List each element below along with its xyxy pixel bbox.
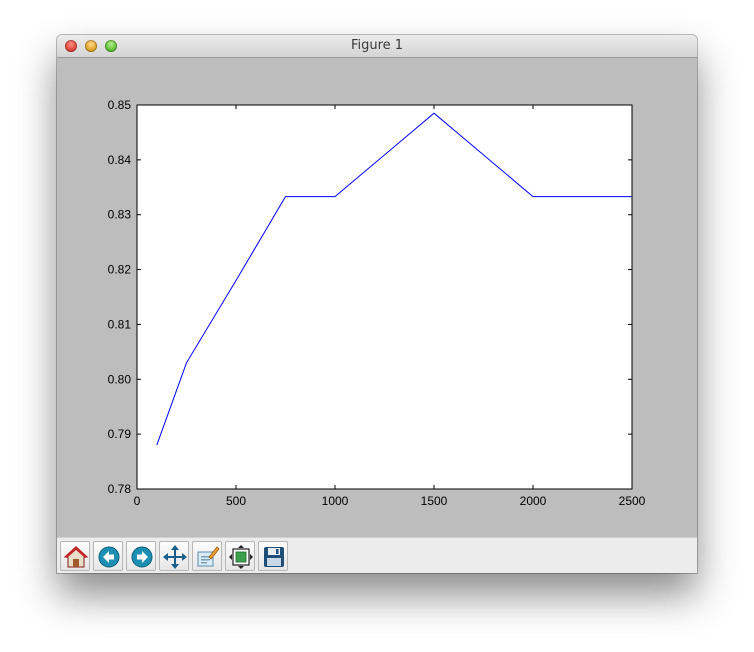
line-chart: 0 500 1000 1500 2000 2500 0.78 0.79 0.80 0.81 0.82… xyxy=(108,98,646,508)
x-tick-label: 1500 xyxy=(421,494,448,508)
x-tick-label: 2000 xyxy=(520,494,547,508)
figure-canvas[interactable]: 0 500 1000 1500 2000 2500 0.78 0.79 0.80 0.81 0.82… xyxy=(57,58,697,537)
home-icon xyxy=(64,546,88,568)
title-bar[interactable]: Figure 1 xyxy=(57,35,697,58)
y-tick-label: 0.83 xyxy=(108,208,132,222)
x-tick-label: 2500 xyxy=(619,494,646,508)
home-button[interactable] xyxy=(60,541,90,571)
floppy-disk-icon xyxy=(264,547,284,567)
window-title: Figure 1 xyxy=(350,38,404,53)
x-tick-label: 0 xyxy=(134,494,141,508)
save-button[interactable] xyxy=(258,541,288,571)
y-tick-label: 0.78 xyxy=(108,482,132,496)
y-tick-label: 0.81 xyxy=(108,317,132,331)
y-tick-label: 0.80 xyxy=(108,372,132,386)
y-tick-label: 0.84 xyxy=(108,153,132,167)
y-tick-label: 0.85 xyxy=(108,98,132,112)
back-arrow-icon xyxy=(98,546,120,568)
x-tick-label: 1000 xyxy=(322,494,349,508)
navigation-toolbar xyxy=(57,537,697,573)
zoom-button[interactable] xyxy=(192,541,222,571)
x-tick-label: 500 xyxy=(226,494,246,508)
subplots-button[interactable] xyxy=(225,541,255,571)
forward-button[interactable] xyxy=(126,541,156,571)
forward-arrow-icon xyxy=(131,546,153,568)
back-button[interactable] xyxy=(93,541,123,571)
move-arrows-icon xyxy=(163,545,187,569)
subplots-config-icon xyxy=(229,545,253,569)
pan-button[interactable] xyxy=(159,541,189,571)
zoom-rectangle-icon xyxy=(197,546,220,567)
y-tick-label: 0.82 xyxy=(108,263,132,277)
y-tick-label: 0.79 xyxy=(108,427,132,441)
figure-window: Figure 1 0 500 1000 1500 2000 2500 0.78 0.79 0.8… xyxy=(57,35,697,573)
plot-area xyxy=(137,105,632,489)
